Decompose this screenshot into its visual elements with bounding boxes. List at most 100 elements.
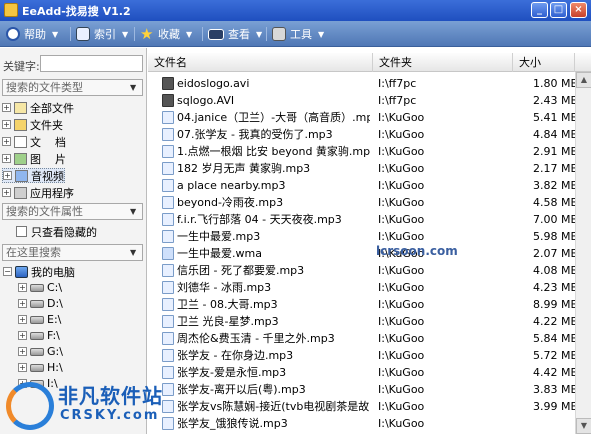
minimize-button[interactable]: _ xyxy=(531,2,548,18)
table-row[interactable]: eidoslogo.avi I:\ff7pc 1.80 MB xyxy=(148,75,591,92)
dropdown-arrow-icon: ▼ xyxy=(122,29,129,39)
file-size-cell: 5.98 MB xyxy=(532,230,578,243)
tree-drive-f[interactable]: + F:\ xyxy=(18,328,60,343)
table-row[interactable]: 1.点燃一根烟 比安 beyond 黄家驹.mp3 I:\KuGoo 2.91 MB xyxy=(148,143,591,160)
hidden-only-checkbox[interactable] xyxy=(16,226,27,237)
type-item-folder[interactable]: + 文件夹 xyxy=(2,117,63,132)
file-name-cell: sqlogo.AVI xyxy=(162,92,370,109)
list-header: 文件名 文件夹 大小 xyxy=(148,53,591,72)
column-header-name[interactable]: 文件名 xyxy=(148,53,373,72)
file-size-cell: 7.00 MB xyxy=(532,213,578,226)
avi-file-icon xyxy=(162,94,174,107)
index-label: 索引 xyxy=(94,28,116,41)
file-name-cell: 张学友 - 在你身边.mp3 xyxy=(162,347,370,364)
maximize-button[interactable]: □ xyxy=(550,2,567,18)
logo-circle-icon xyxy=(6,382,54,430)
vertical-scrollbar[interactable]: ▲ ▼ xyxy=(575,72,591,434)
table-row[interactable]: 卫兰 - 08.大哥.mp3 I:\KuGoo 8.99 MB xyxy=(148,296,591,313)
favorites-label: 收藏 xyxy=(158,28,180,41)
dropdown-arrow-icon: ▼ xyxy=(256,29,263,39)
table-row[interactable]: sqlogo.AVI I:\ff7pc 2.43 MB xyxy=(148,92,591,109)
help-menu-button[interactable]: 帮助 ▼ xyxy=(6,25,58,43)
view-menu-button[interactable]: 查看 ▼ xyxy=(208,25,262,43)
file-size-cell: 3.82 MB xyxy=(532,179,578,192)
table-row[interactable]: 182 岁月无声 黄家驹.mp3 I:\KuGoo 2.17 MB xyxy=(148,160,591,177)
table-row[interactable]: 张学友vs陈慧娴-接近(tvb电视剧茶是故乡浓… I:\KuGoo 3.99 MB xyxy=(148,398,591,415)
table-row[interactable]: 一生中最爱.mp3 I:\KuGoo 5.98 MB xyxy=(148,228,591,245)
column-header-size[interactable]: 大小 xyxy=(513,53,575,72)
table-row[interactable]: 卫兰 光良-星梦.mp3 I:\KuGoo 4.22 MB xyxy=(148,313,591,330)
file-name: 张学友 - 在你身边.mp3 xyxy=(177,349,294,362)
dropdown-arrow-icon: ▼ xyxy=(318,29,325,39)
tree-drive-g[interactable]: + G:\ xyxy=(18,344,63,359)
tools-label: 工具 xyxy=(290,28,312,41)
file-name: 一生中最爱.wma xyxy=(177,247,262,260)
drive-icon xyxy=(30,283,44,292)
mp3-file-icon xyxy=(162,281,174,294)
document-icon xyxy=(14,135,27,148)
table-row[interactable]: beyond-冷雨夜.mp3 I:\KuGoo 4.58 MB xyxy=(148,194,591,211)
file-name-cell: eidoslogo.avi xyxy=(162,75,370,92)
toolbar: 帮助 ▼ 索引 ▼ ★ 收藏 ▼ 查看 ▼ 工具 ▼ xyxy=(0,21,591,47)
search-location-combo[interactable]: 在这里搜索 ▼ xyxy=(2,244,143,261)
scroll-up-icon[interactable]: ▲ xyxy=(576,72,591,88)
type-item-document[interactable]: + 文档 xyxy=(2,134,80,149)
file-type-combo[interactable]: 搜索的文件类型 ▼ xyxy=(2,79,143,96)
image-icon xyxy=(14,152,27,165)
close-button[interactable]: × xyxy=(570,2,587,18)
mp3-file-icon xyxy=(162,162,174,175)
file-size-cell: 1.80 MB xyxy=(532,77,578,90)
table-row[interactable]: 张学友 - 在你身边.mp3 I:\KuGoo 5.72 MB xyxy=(148,347,591,364)
table-row[interactable]: 张学友-爱是永恒.mp3 I:\KuGoo 4.42 MB xyxy=(148,364,591,381)
file-list: 文件名 文件夹 大小 eidoslogo.avi I:\ff7pc 1.80 MB s… xyxy=(148,48,591,434)
view-label: 查看 xyxy=(228,28,250,41)
hidden-only-label: 只查看隐藏的 xyxy=(31,226,97,239)
tree-drive-e[interactable]: + E:\ xyxy=(18,312,61,327)
table-row[interactable]: 张学友-离开以后(粤).mp3 I:\KuGoo 3.83 MB xyxy=(148,381,591,398)
mp3-file-icon xyxy=(162,213,174,226)
drive-icon xyxy=(30,363,44,372)
type-item-audio-video[interactable]: + 音视频 xyxy=(2,168,65,183)
file-attribute-combo[interactable]: 搜索的文件属性 ▼ xyxy=(2,203,143,220)
tree-drive-c[interactable]: + C:\ xyxy=(18,280,62,295)
table-row[interactable]: 07.张学友 - 我真的受伤了.mp3 I:\KuGoo 4.84 MB xyxy=(148,126,591,143)
index-icon xyxy=(76,27,90,41)
file-size-cell: 2.17 MB xyxy=(532,162,578,175)
drive-icon xyxy=(30,315,44,324)
table-row[interactable]: 04.janice（卫兰）-大哥（高音质）.mp3 I:\KuGoo 5.41 MB xyxy=(148,109,591,126)
file-folder-cell: I:\KuGoo xyxy=(378,298,425,311)
mp3-file-icon xyxy=(162,332,174,345)
file-size-cell: 4.42 MB xyxy=(532,366,578,379)
chevron-down-icon: ▼ xyxy=(130,207,137,216)
table-row[interactable]: f.i.r.飞行部落 04 - 天天夜夜.mp3 I:\KuGoo 7.00 MB xyxy=(148,211,591,228)
mp3-file-icon xyxy=(162,111,174,124)
table-row[interactable]: 张学友_饿狼传说.mp3 I:\KuGoo xyxy=(148,415,591,432)
file-size-cell: 3.83 MB xyxy=(532,383,578,396)
table-row[interactable]: 刘德华 - 冰雨.mp3 I:\KuGoo 4.23 MB xyxy=(148,279,591,296)
file-folder-cell: I:\KuGoo xyxy=(378,349,425,362)
file-folder-cell: I:\ff7pc xyxy=(378,94,417,107)
file-folder-cell: I:\KuGoo xyxy=(378,366,425,379)
column-header-folder[interactable]: 文件夹 xyxy=(373,53,513,72)
keyword-input[interactable] xyxy=(40,55,143,72)
folder-icon xyxy=(14,118,27,131)
tree-my-computer[interactable]: − 我的电脑 xyxy=(3,264,75,279)
favorites-menu-button[interactable]: ★ 收藏 ▼ xyxy=(140,25,192,43)
type-item-image[interactable]: + 图片 xyxy=(2,151,80,166)
table-row[interactable]: a place nearby.mp3 I:\KuGoo 3.82 MB xyxy=(148,177,591,194)
drive-icon xyxy=(30,347,44,356)
table-row[interactable]: 一生中最爱.wma I:\KuGoo 2.07 MB xyxy=(148,245,591,262)
file-name: 04.janice（卫兰）-大哥（高音质）.mp3 xyxy=(177,111,370,124)
file-size-cell: 4.08 MB xyxy=(532,264,578,277)
index-menu-button[interactable]: 索引 ▼ xyxy=(76,25,128,43)
scroll-down-icon[interactable]: ▼ xyxy=(576,418,591,434)
drive-icon xyxy=(30,299,44,308)
tree-drive-d[interactable]: + D:\ xyxy=(18,296,63,311)
tree-drive-h[interactable]: + H:\ xyxy=(18,360,63,375)
file-folder-cell: I:\KuGoo xyxy=(378,383,425,396)
table-row[interactable]: 信乐团 - 死了都要爱.mp3 I:\KuGoo 4.08 MB xyxy=(148,262,591,279)
type-item-application[interactable]: + 应用程序 xyxy=(2,185,74,200)
table-row[interactable]: 周杰伦&费玉清 - 千里之外.mp3 I:\KuGoo 5.84 MB xyxy=(148,330,591,347)
tools-menu-button[interactable]: 工具 ▼ xyxy=(272,25,324,43)
type-item-all[interactable]: + 全部文件 xyxy=(2,100,74,115)
